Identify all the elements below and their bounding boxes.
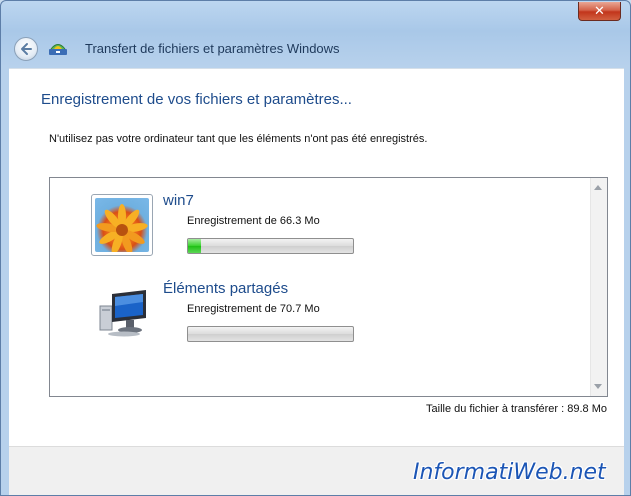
transfer-item-list[interactable]: win7 Enregistrement de 66.3 Mo Éléments …: [49, 177, 608, 397]
user-account-picture-icon: [91, 194, 153, 256]
computer-icon: [99, 290, 146, 337]
progress-fill-user: [188, 239, 202, 253]
progress-bar-shared: [187, 326, 354, 342]
scroll-down-arrow-icon[interactable]: [594, 384, 602, 389]
transfer-window: ✕ Transfert de fichiers et paramètres Wi…: [0, 0, 631, 496]
item-name-shared: Éléments partagés: [163, 280, 289, 297]
vertical-scrollbar[interactable]: [590, 178, 607, 396]
windows-easy-transfer-icon: [49, 44, 67, 55]
item-status-shared: Enregistrement de 70.7 Mo: [187, 303, 320, 315]
instruction-text: N'utilisez pas votre ordinateur tant que…: [49, 133, 428, 145]
back-arrow-icon: [21, 43, 32, 55]
scroll-up-arrow-icon[interactable]: [594, 185, 602, 190]
item-status-user: Enregistrement de 66.3 Mo: [187, 215, 320, 227]
close-button[interactable]: ✕: [578, 2, 621, 21]
item-name-user: win7: [163, 192, 194, 209]
back-button[interactable]: [14, 37, 38, 61]
page-heading: Enregistrement de vos fichiers et paramè…: [41, 91, 352, 108]
window-title: Transfert de fichiers et paramètres Wind…: [85, 41, 340, 56]
total-size-label: Taille du fichier à transférer : 89.8 Mo: [426, 403, 607, 415]
watermark-logo: InformatiWeb.net: [413, 460, 606, 485]
progress-bar-user: [187, 238, 354, 254]
